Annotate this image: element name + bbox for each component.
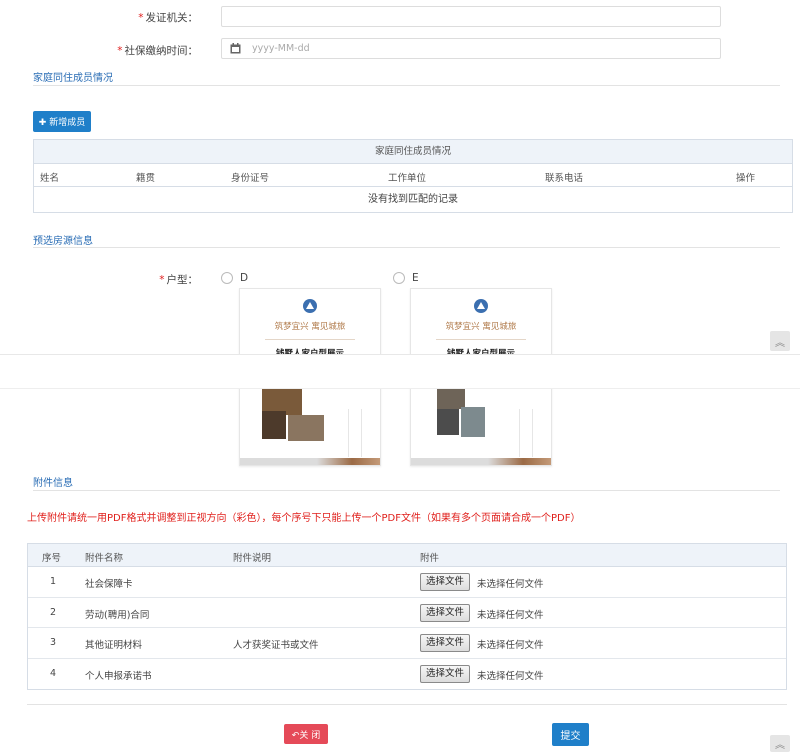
row-no: 1 (50, 576, 57, 587)
scroll-top-button[interactable]: ︽ (770, 331, 790, 351)
brand-logo (474, 299, 488, 313)
attachment-row: 3 其他证明材料 人才获奖证书或文件 选择文件 未选择任何文件 (28, 628, 786, 659)
unit-type-e-label: E (412, 272, 419, 284)
family-members-table: 家庭同住成员情况 姓名 籍贯 身份证号 工作单位 联系电话 操作 没有找到匹配的… (33, 139, 793, 213)
unit-type-d-radio[interactable] (221, 272, 233, 284)
row-no: 3 (50, 637, 57, 648)
brand-logo (303, 299, 317, 313)
overlay-top-edge (0, 354, 800, 355)
col-attachment-name: 附件名称 (85, 553, 124, 564)
interior-photo (437, 409, 459, 435)
scroll-top-button[interactable]: ︽ (770, 735, 790, 752)
card-footer-bar (240, 458, 380, 465)
col-employer: 工作单位 (388, 173, 427, 184)
attachment-row: 1 社会保障卡 选择文件 未选择任何文件 (28, 567, 786, 598)
col-attachment-file: 附件 (420, 553, 440, 564)
building-sketch (519, 409, 533, 457)
overlay-band (0, 355, 800, 389)
unit-type-e-radio[interactable] (393, 272, 405, 284)
card-footer-bar (411, 458, 551, 465)
housing-section-divider (33, 247, 780, 248)
social-time-placeholder: yyyy-MM-dd (252, 43, 310, 54)
interior-photo (461, 407, 485, 437)
card-slogan: 筑梦宜兴 寓见城旅 (445, 322, 517, 332)
row-name: 其他证明材料 (85, 640, 143, 651)
overlay-bottom-edge (0, 388, 800, 389)
add-member-button[interactable]: ✚ 新增成员 (33, 111, 91, 132)
social-time-label: * 社保缴纳时间： (117, 45, 198, 57)
card-separator (265, 339, 355, 340)
card-slogan: 筑梦宜兴 寓见城旅 (274, 322, 346, 332)
family-table-empty: 没有找到匹配的记录 (368, 194, 458, 205)
social-time-input[interactable]: yyyy-MM-dd (221, 38, 721, 59)
col-attachment-desc: 附件说明 (233, 553, 272, 564)
col-phone: 联系电话 (545, 173, 584, 184)
col-name: 姓名 (40, 173, 60, 184)
calendar-icon (230, 43, 241, 57)
file-status: 未选择任何文件 (477, 640, 544, 651)
building-sketch (348, 409, 362, 457)
row-no: 4 (50, 667, 57, 679)
row-name: 社会保障卡 (85, 579, 133, 590)
col-no: 序号 (42, 553, 62, 564)
choose-file-button[interactable]: 选择文件 (420, 603, 471, 622)
file-status: 未选择任何文件 (477, 579, 544, 590)
issuer-input[interactable] (221, 6, 721, 27)
issuer-label: * 发证机关： (138, 12, 198, 24)
close-button[interactable]: ↶关 闭 (284, 724, 328, 744)
family-section-divider (33, 85, 780, 86)
file-status: 未选择任何文件 (477, 670, 544, 682)
attachments-table: 序号 附件名称 附件说明 附件 1 社会保障卡 选择文件 未选择任何文件 2 劳… (27, 543, 787, 690)
attachments-section-title: 附件信息 (33, 478, 73, 489)
attachment-row: 4 个人申报承诺书 选择文件 未选择任何文件 (28, 659, 786, 690)
attachments-header: 序号 附件名称 附件说明 附件 (28, 544, 786, 567)
card-separator (436, 339, 526, 340)
row-name: 个人申报承诺书 (85, 670, 152, 682)
family-section-title: 家庭同住成员情况 (33, 73, 113, 84)
choose-file-button[interactable]: 选择文件 (420, 573, 471, 591)
col-origin: 籍贯 (136, 173, 156, 184)
unit-type-d-label: D (240, 272, 249, 284)
submit-button[interactable]: 提交 (552, 723, 589, 746)
family-table-caption: 家庭同住成员情况 (34, 140, 792, 164)
col-actions: 操作 (736, 173, 756, 184)
row-name: 劳动(聘用)合同 (85, 609, 150, 621)
actions-divider (27, 704, 787, 705)
row-desc: 人才获奖证书或文件 (233, 640, 319, 651)
interior-photo (437, 389, 465, 409)
unit-type-label: * 户型： (159, 274, 198, 286)
row-no: 2 (50, 606, 57, 618)
choose-file-button[interactable]: 选择文件 (420, 664, 471, 683)
choose-file-button[interactable]: 选择文件 (420, 634, 471, 652)
interior-photo (262, 411, 286, 439)
attachment-row: 2 劳动(聘用)合同 选择文件 未选择任何文件 (28, 598, 786, 628)
upload-warning: 上传附件请统一用PDF格式并调整到正视方向（彩色），每个序号下只能上传一个PDF… (27, 513, 581, 524)
interior-photo (288, 415, 324, 441)
attachments-section-divider (33, 490, 780, 491)
family-table-header: 姓名 籍贯 身份证号 工作单位 联系电话 操作 (34, 164, 792, 187)
housing-section-title: 预选房源信息 (33, 236, 93, 247)
file-status: 未选择任何文件 (477, 609, 544, 621)
col-id-number: 身份证号 (231, 173, 270, 184)
